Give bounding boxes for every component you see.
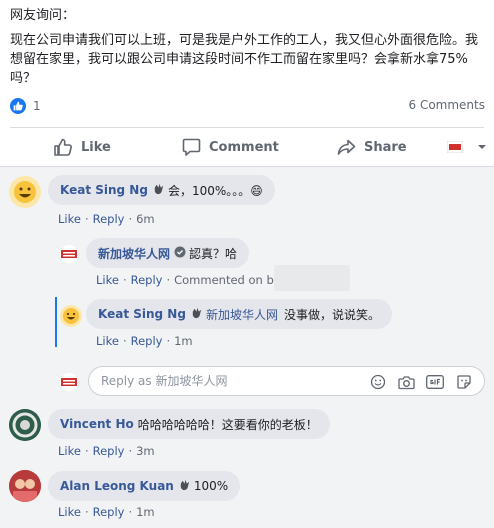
thumbs-up-icon [54,138,72,156]
reply-input[interactable] [101,367,351,395]
comment-author[interactable]: Alan Leong Kuan [60,479,174,493]
comment-bubble: Keat Sing Ng 会，100%。。。😄 [48,175,275,205]
reply-bubble: 新加坡华人网 認真？哈 [86,238,250,268]
wave-icon [178,478,191,494]
like-link[interactable]: Like [58,212,81,226]
like-link[interactable]: Like [96,334,119,348]
reply-author[interactable]: 新加坡华人网 [98,245,170,262]
like-count: 1 [33,99,41,113]
reply-thread-indicator [55,297,57,347]
reply-author[interactable]: Keat Sing Ng [98,307,186,321]
commented-by-text: Commented on by [174,273,281,287]
like-link[interactable]: Like [58,444,81,458]
comment-text: 会，100%。。。😄 [167,183,263,198]
avatar[interactable] [9,470,41,502]
mention-link[interactable]: 新加坡华人网 [206,306,278,323]
comments-section: Keat Sing Ng 会，100%。。。😄 Like · Reply · 6m 新加… [0,167,494,528]
camera-icon[interactable] [397,373,415,391]
page-avatar[interactable] [60,245,78,263]
redacted-name [274,265,350,291]
comment-icon [182,138,201,156]
chevron-down-icon [478,145,486,149]
post-actions-bar: Like Comment Share [0,130,494,164]
divider [10,127,484,128]
timestamp[interactable]: 1m [136,505,155,519]
comment-meta: Like · Reply · 3m [58,444,155,458]
timestamp[interactable]: 1m [174,334,193,348]
post-body: 现在公司申请我们可以上班，可是我是户外工作的工人，我又但心外面很危险。我想留在家… [10,33,479,86]
sticker-icon[interactable] [455,373,473,391]
like-reaction-icon [10,98,26,114]
comment-meta: Like · Reply · 1m [58,505,155,519]
comment-text: 100% [193,479,229,493]
reply-link[interactable]: Reply [131,273,163,287]
reply-meta: Like · Reply · 1m [96,334,193,348]
reply-link[interactable]: Reply [93,444,125,458]
gif-icon[interactable] [425,373,445,391]
comment-button[interactable]: Comment [182,138,279,156]
timestamp[interactable]: 3m [136,444,155,458]
avatar[interactable] [9,176,41,208]
share-label: Share [364,139,407,155]
reply-link[interactable]: Reply [131,334,163,348]
avatar[interactable] [60,305,82,327]
reply-box [88,366,485,396]
share-button[interactable]: Share [337,139,407,156]
comment-label: Comment [209,139,279,155]
comment-author[interactable]: Vincent Ho [60,417,134,431]
wave-icon [190,306,203,322]
like-label: Like [81,139,111,155]
reply-bubble: Keat Sing Ng 新加坡华人网 没事做，说说笑。 [86,299,392,329]
comment-author[interactable]: Keat Sing Ng [60,183,148,197]
reply-meta: Like · Reply · Commented on by [96,273,281,287]
comment-text: 哈哈哈哈哈哈！这要看你的老板！ [137,417,318,432]
page-avatar [60,373,78,391]
comments-count-link[interactable]: 6 Comments [409,98,486,112]
reaction-summary[interactable]: 1 [10,97,41,115]
comment-bubble: Vincent Ho 哈哈哈哈哈哈！这要看你的老板！ [48,409,330,439]
wave-icon [152,182,165,198]
page-logo-icon [447,141,463,153]
emoji-icon[interactable] [369,373,387,391]
reply-link[interactable]: Reply [93,505,125,519]
like-link[interactable]: Like [96,273,119,287]
shield-icon [174,246,186,261]
share-icon [337,139,356,155]
page-selector[interactable] [447,141,494,153]
timestamp[interactable]: 6m [136,212,155,226]
comment-bubble: Alan Leong Kuan 100% [48,471,241,501]
post-heading: 网友询问： [10,8,76,23]
avatar[interactable] [9,409,41,441]
reply-link[interactable]: Reply [93,212,125,226]
comment-meta: Like · Reply · 6m [58,212,155,226]
reply-text: 認真？哈 [189,246,238,261]
reply-text: 没事做，说说笑。 [283,307,380,322]
post-text: 网友询问： 现在公司申请我们可以上班，可是我是户外工作的工人，我又但心外面很危险… [10,6,488,88]
like-button[interactable]: Like [53,138,111,156]
like-link[interactable]: Like [58,505,81,519]
